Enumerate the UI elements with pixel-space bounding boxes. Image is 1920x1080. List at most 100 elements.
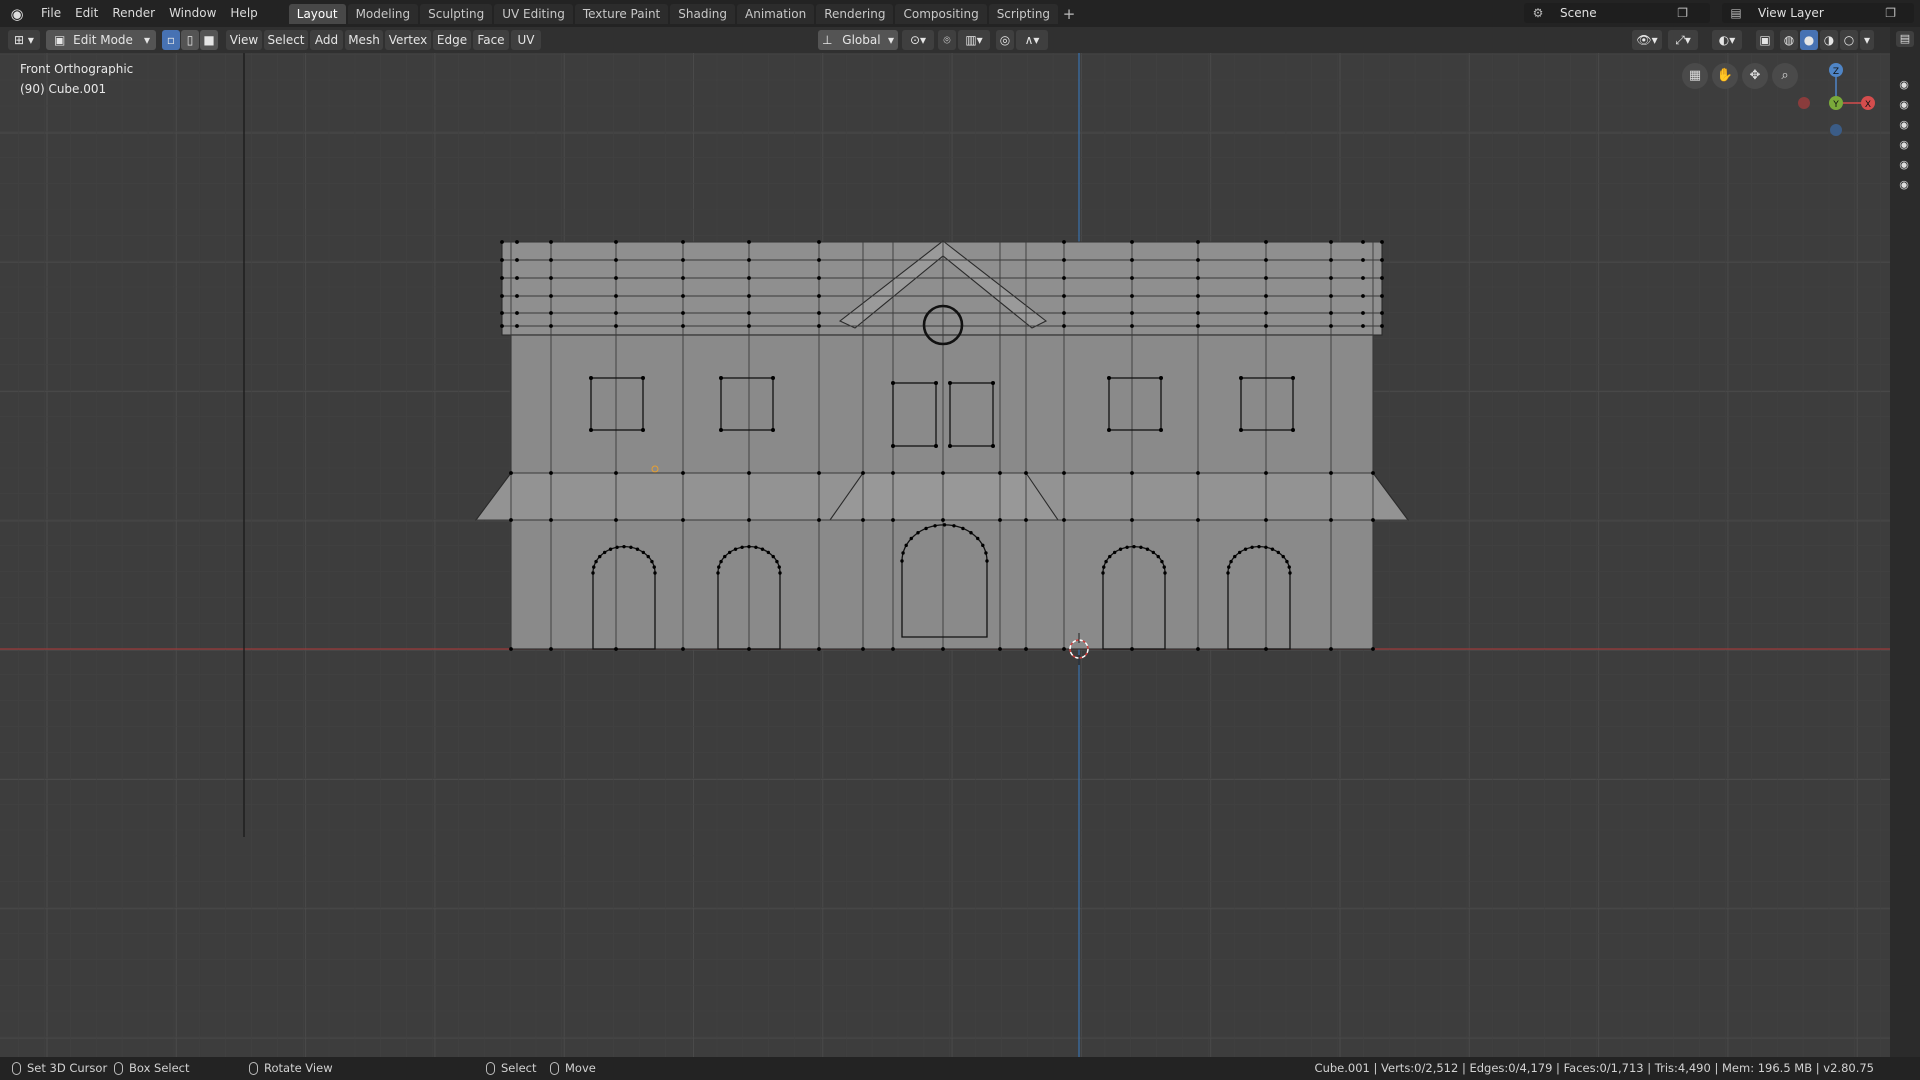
eye-icon[interactable]: ◉ (1896, 138, 1912, 151)
vertex-select-mode-button[interactable]: ▫ (162, 30, 180, 50)
tab-layout[interactable]: Layout (288, 3, 346, 24)
status-hint-move: Move (550, 1061, 596, 1076)
top-bar: ◉ File Edit Render Window Help Layout Mo… (0, 0, 1920, 27)
copy-view-layer-icon[interactable]: ❐ (1885, 6, 1896, 20)
eye-icon[interactable]: ◉ (1896, 78, 1912, 91)
edit-mode-icon: ▣ (54, 33, 66, 47)
xray-toggle-icon[interactable]: ▣ (1756, 30, 1774, 50)
view-layer-icon: ▤ (1730, 6, 1742, 20)
status-hint-label: Move (565, 1061, 596, 1075)
chevron-down-icon: ▾ (887, 33, 894, 47)
mode-label: Edit Mode (73, 33, 133, 47)
status-hint-label: Rotate View (264, 1061, 333, 1075)
axis-gizmo[interactable]: Z X Y (1790, 53, 1880, 153)
eye-icon[interactable]: ◉ (1896, 118, 1912, 131)
menu-uv[interactable]: UV (511, 30, 541, 50)
eye-icon[interactable]: ◉ (1896, 98, 1912, 111)
z-axis-label: Z (1833, 67, 1839, 77)
add-workspace-button[interactable]: + (1060, 4, 1078, 24)
menu-window[interactable]: Window (162, 0, 223, 27)
mouse-left-icon (486, 1062, 495, 1075)
solid-shading-icon[interactable]: ● (1800, 30, 1818, 50)
scene-statistics: Cube.001 | Verts:0/2,512 | Edges:0/4,179… (1314, 1061, 1874, 1075)
orientation-icon: ⊥ (822, 33, 833, 47)
status-hint-box-select: Box Select (114, 1061, 190, 1076)
mouse-right-icon (114, 1062, 123, 1075)
wireframe-shading-icon[interactable]: ◍ (1780, 30, 1798, 50)
status-hint-select: Select (486, 1061, 536, 1076)
3d-viewport[interactable]: Front Orthographic (90) Cube.001 ▦ ✋ ✥ ⌕… (0, 53, 1890, 1057)
menu-render[interactable]: Render (105, 0, 162, 27)
scene-icon: ⚙ (1532, 6, 1544, 20)
view-layer-name: View Layer (1758, 6, 1824, 20)
material-shading-icon[interactable]: ◑ (1820, 30, 1838, 50)
neg-z-axis-handle-icon (1830, 124, 1842, 136)
eye-icon[interactable]: ◉ (1896, 158, 1912, 171)
menu-face[interactable]: Face (473, 30, 509, 50)
camera-view-icon[interactable]: ✋ (1712, 63, 1738, 89)
shading-options-chevron-icon[interactable]: ▾ (1860, 30, 1874, 50)
tab-scripting[interactable]: Scripting (988, 3, 1059, 24)
visibility-icon[interactable]: 👁▾ (1632, 30, 1662, 50)
menu-edge[interactable]: Edge (433, 30, 471, 50)
status-hint-rotate-view: Rotate View (249, 1061, 333, 1076)
mouse-left-icon (12, 1062, 21, 1075)
orientation-label: Global (842, 33, 881, 47)
scene-name: Scene (1560, 6, 1597, 20)
tab-shading[interactable]: Shading (670, 3, 735, 24)
transform-orientation-select[interactable]: ⊥ Global ▾ (818, 30, 898, 50)
tab-modeling[interactable]: Modeling (347, 3, 419, 24)
eye-icon[interactable]: ◉ (1896, 178, 1912, 191)
entrance-canopy (828, 472, 1060, 521)
tab-compositing[interactable]: Compositing (895, 3, 987, 24)
menu-mesh[interactable]: Mesh (345, 30, 383, 50)
status-hint-label: Set 3D Cursor (27, 1061, 108, 1075)
face-select-mode-button[interactable]: ■ (200, 30, 218, 50)
workspace-tabs: Layout Modeling Sculpting UV Editing Tex… (288, 0, 1078, 27)
tab-uv-editing[interactable]: UV Editing (494, 3, 573, 24)
x-axis-label: X (1865, 100, 1871, 110)
copy-scene-icon[interactable]: ❐ (1677, 6, 1688, 20)
chevron-down-icon: ▾ (143, 33, 150, 47)
pivot-point-icon[interactable]: ⊙▾ (902, 30, 934, 50)
status-bar: Set 3D Cursor Box Select Rotate View Sel… (0, 1057, 1920, 1080)
mouse-middle-icon (249, 1062, 258, 1075)
view-layer-selector[interactable]: ▤ View Layer ❐ (1722, 3, 1914, 23)
tab-animation[interactable]: Animation (737, 3, 815, 24)
tab-sculpting[interactable]: Sculpting (420, 3, 493, 24)
view-name-label: Front Orthographic (20, 62, 134, 76)
tab-rendering[interactable]: Rendering (816, 3, 894, 24)
menu-select[interactable]: Select (264, 30, 308, 50)
blender-logo-icon[interactable]: ◉ (0, 0, 34, 27)
falloff-icon[interactable]: ∧▾ (1016, 30, 1048, 50)
object-label: (90) Cube.001 (20, 82, 107, 96)
rendered-shading-icon[interactable]: ○ (1840, 30, 1858, 50)
status-hint-label: Select (501, 1061, 537, 1075)
proportional-edit-icon[interactable]: ◎ (996, 30, 1014, 50)
edge-select-mode-button[interactable]: ▯ (181, 30, 199, 50)
menu-view[interactable]: View (226, 30, 262, 50)
menu-edit[interactable]: Edit (68, 0, 105, 27)
editor-type-icon[interactable]: ⊞ ▾ (8, 30, 40, 50)
menu-add[interactable]: Add (310, 30, 343, 50)
pan-hand-icon[interactable]: ✥ (1742, 63, 1768, 89)
overlay-toggle-icon[interactable]: ◐▾ (1712, 30, 1742, 50)
snap-icon[interactable]: ⌾ (938, 30, 956, 50)
mouse-right-icon (550, 1062, 559, 1075)
mode-select[interactable]: ▣ Edit Mode ▾ (46, 30, 156, 50)
viewport-canvas[interactable] (0, 53, 1890, 1057)
toggle-ortho-grid-icon[interactable]: ▦ (1682, 63, 1708, 89)
snap-target-icon[interactable]: ▥▾ (958, 30, 990, 50)
gizmo-toggle-icon[interactable]: ⤢▾ (1668, 30, 1698, 50)
outliner-toggle-icon[interactable]: ▤ (1896, 31, 1914, 47)
scene-selector[interactable]: ⚙ Scene ❐ (1524, 3, 1710, 23)
menu-help[interactable]: Help (223, 0, 264, 27)
menu-vertex[interactable]: Vertex (385, 30, 431, 50)
tab-texture-paint[interactable]: Texture Paint (574, 3, 669, 24)
status-hint-set-cursor: Set 3D Cursor (12, 1061, 107, 1076)
y-axis-label: Y (1832, 100, 1839, 110)
menu-file[interactable]: File (34, 0, 68, 27)
viewport-header: ⊞ ▾ ▣ Edit Mode ▾ ▫ ▯ ■ View Select Add … (0, 27, 1890, 53)
status-hint-label: Box Select (129, 1061, 190, 1075)
neg-x-axis-handle-icon (1798, 97, 1810, 109)
